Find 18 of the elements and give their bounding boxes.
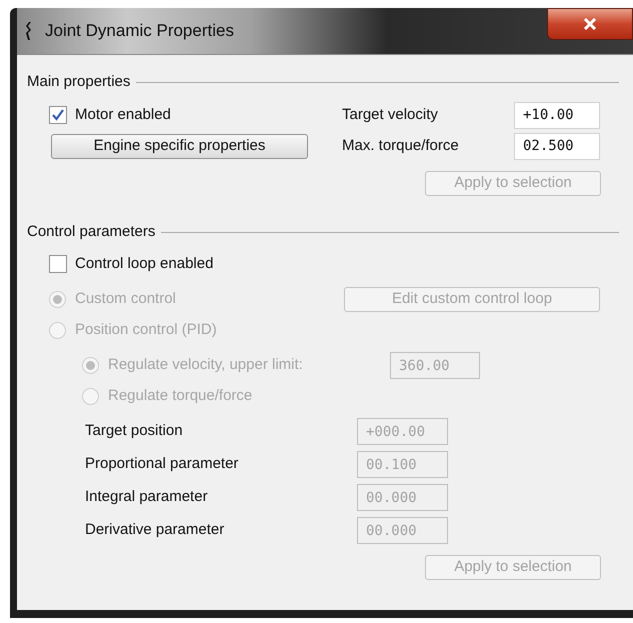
checkbox-label: Control loop enabled [75, 254, 214, 274]
input-field[interactable]: +10.00 [514, 102, 600, 128]
action-button[interactable]: Engine specific properties [51, 134, 308, 158]
field-label: Integral parameter [85, 487, 209, 508]
field-label: Max. torque/force [342, 136, 460, 156]
field-label: Target velocity [342, 104, 439, 125]
group-title: Control parameters [27, 222, 156, 242]
radio-label: Regulate velocity, upper limit: [108, 354, 303, 375]
group-title: Main properties [27, 72, 130, 92]
radio-label: Position control (PID) [75, 320, 217, 340]
radio-label: Regulate torque/force [108, 386, 252, 406]
field-label: Target position [85, 421, 184, 442]
field-label: Proportional parameter [85, 454, 240, 474]
window-title: Joint Dynamic Properties [45, 20, 234, 42]
field-label: Derivative parameter [85, 520, 226, 540]
input-field[interactable]: 02.500 [514, 132, 600, 160]
radio-label: Custom control [75, 288, 176, 309]
checkbox-label: Motor enabled [75, 104, 171, 125]
